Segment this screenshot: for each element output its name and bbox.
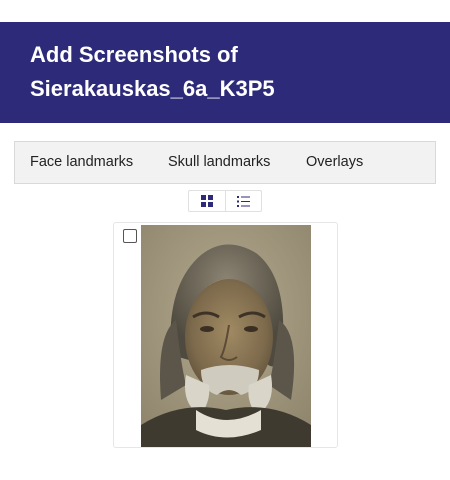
view-toggle [188, 190, 262, 212]
screenshot-card[interactable] [113, 222, 338, 448]
grid-view-button[interactable] [189, 191, 226, 211]
tab-skull-landmarks[interactable]: Skull landmarks [168, 154, 270, 170]
grid-view-icon [200, 195, 213, 207]
portrait-photo [141, 225, 311, 447]
list-view-button[interactable] [226, 191, 262, 211]
page-title-line-1: Add Screenshots of [30, 42, 238, 67]
tab-bar: Face landmarks Skull landmarks Overlays [14, 141, 436, 184]
list-view-icon [236, 195, 250, 207]
page-header: Add Screenshots of Sierakauskas_6a_K3P5 [0, 22, 450, 123]
tab-face-landmarks[interactable]: Face landmarks [30, 154, 133, 170]
select-checkbox[interactable] [123, 229, 137, 243]
screenshot-thumbnail[interactable] [141, 225, 311, 447]
page-title-line-2: Sierakauskas_6a_K3P5 [30, 76, 275, 101]
tab-overlays[interactable]: Overlays [306, 154, 363, 170]
